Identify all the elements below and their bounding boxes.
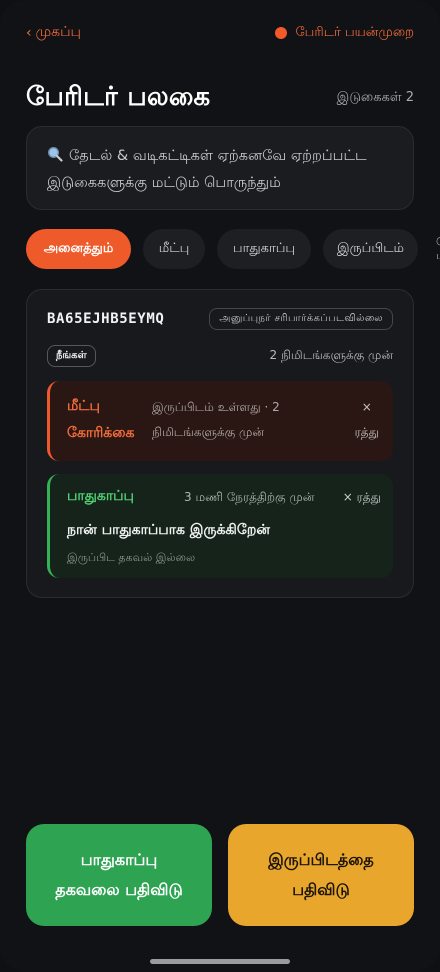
filter-note-line1: தேடல் & வடிகட்டிகள் ஏற்கனவே ஏற்றப்பட்ட [69, 148, 367, 164]
sender-card: BA65EJHB5EYMQ அனுப்புநர் சரிபார்க்கப்படவ… [26, 289, 414, 598]
disaster-mode-indicator[interactable]: பேரிடர் பயன்முறை [275, 25, 414, 41]
safety-timestamp: 3 மணி நேரத்திற்கு முன் [184, 490, 315, 504]
top-bar: ‹ முகப்பு பேரிடர் பயன்முறை [26, 22, 414, 44]
home-indicator[interactable] [150, 959, 290, 964]
mode-label: பேரிடர் பயன்முறை [295, 25, 414, 40]
post-location-line1: இருப்பிடத்தை [268, 850, 374, 869]
filter-tabs: அனைத்தும் மீட்பு பாதுகாப்பு இருப்பிடம் ◷… [26, 229, 440, 269]
back-button[interactable]: ‹ முகப்பு [26, 24, 81, 42]
safety-location-status: இருப்பிட தகவல் இல்லை [67, 551, 196, 564]
filter-note: தேடல் & வடிகட்டிகள் ஏற்கனவே ஏற்றப்பட்ட இ… [26, 126, 414, 210]
rescue-cancel-button[interactable]: × ரத்து [355, 395, 379, 445]
tab-location[interactable]: இருப்பிடம் [323, 229, 418, 269]
clock-icon: ◷ [436, 234, 440, 247]
page-header: பேரிடர் பலகை இடுகைகள் 2 [26, 78, 414, 118]
back-label: முகப்பு [35, 24, 81, 40]
unverified-badge: அனுப்புநர் சரிபார்க்கப்படவில்லை [209, 308, 393, 330]
page-title: பேரிடர் பலகை [26, 81, 211, 112]
screen: ‹ முகப்பு பேரிடர் பயன்முறை பேரிடர் பலகை … [0, 0, 440, 972]
search-icon [47, 146, 63, 162]
post-location-line2: பதிவிடு [292, 880, 350, 899]
sender-code: BA65EJHB5EYMQ [47, 311, 165, 327]
safety-update-item[interactable]: பாதுகாப்பு 3 மணி நேரத்திற்கு முன் × ரத்த… [47, 474, 393, 578]
post-safety-button[interactable]: பாதுகாப்பு தகவலை பதிவிடு [26, 824, 212, 926]
you-badge: நீங்கள் [47, 345, 96, 367]
tab-more-label: பு [436, 249, 440, 264]
tab-all[interactable]: அனைத்தும் [26, 229, 131, 269]
rescue-label: மீட்பு கோரிக்கை [67, 398, 135, 441]
status-dot-icon [275, 27, 288, 39]
card-timestamp: 2 நிமிடங்களுக்கு முன் [269, 348, 393, 362]
post-safety-line2: தகவலை பதிவிடு [55, 880, 183, 899]
chevron-left-icon: ‹ [26, 25, 32, 41]
filter-note-line2: இடுகைகளுக்கு மட்டும் பொருந்தும் [47, 175, 281, 191]
post-location-button[interactable]: இருப்பிடத்தை பதிவிடு [228, 824, 414, 926]
rescue-request-item[interactable]: மீட்பு கோரிக்கை இருப்பிடம் உள்ளது · 2 நி… [47, 381, 393, 461]
rescue-meta: இருப்பிடம் உள்ளது · 2 நிமிடங்களுக்கு முன… [152, 400, 280, 439]
tab-rescue[interactable]: மீட்பு [143, 229, 205, 269]
tab-more[interactable]: ◷ பு [430, 229, 440, 269]
safety-message: நான் பாதுகாப்பாக இருக்கிறேன் [67, 522, 270, 538]
post-safety-line1: பாதுகாப்பு [80, 850, 158, 869]
close-icon: × [361, 400, 372, 414]
safety-label: பாதுகாப்பு [67, 488, 134, 504]
safety-cancel-button[interactable]: × ரத்து [343, 490, 381, 506]
tab-safety[interactable]: பாதுகாப்பு [217, 229, 311, 269]
rescue-cancel-label: ரத்து [354, 425, 379, 439]
post-count: இடுகைகள் 2 [336, 90, 414, 105]
